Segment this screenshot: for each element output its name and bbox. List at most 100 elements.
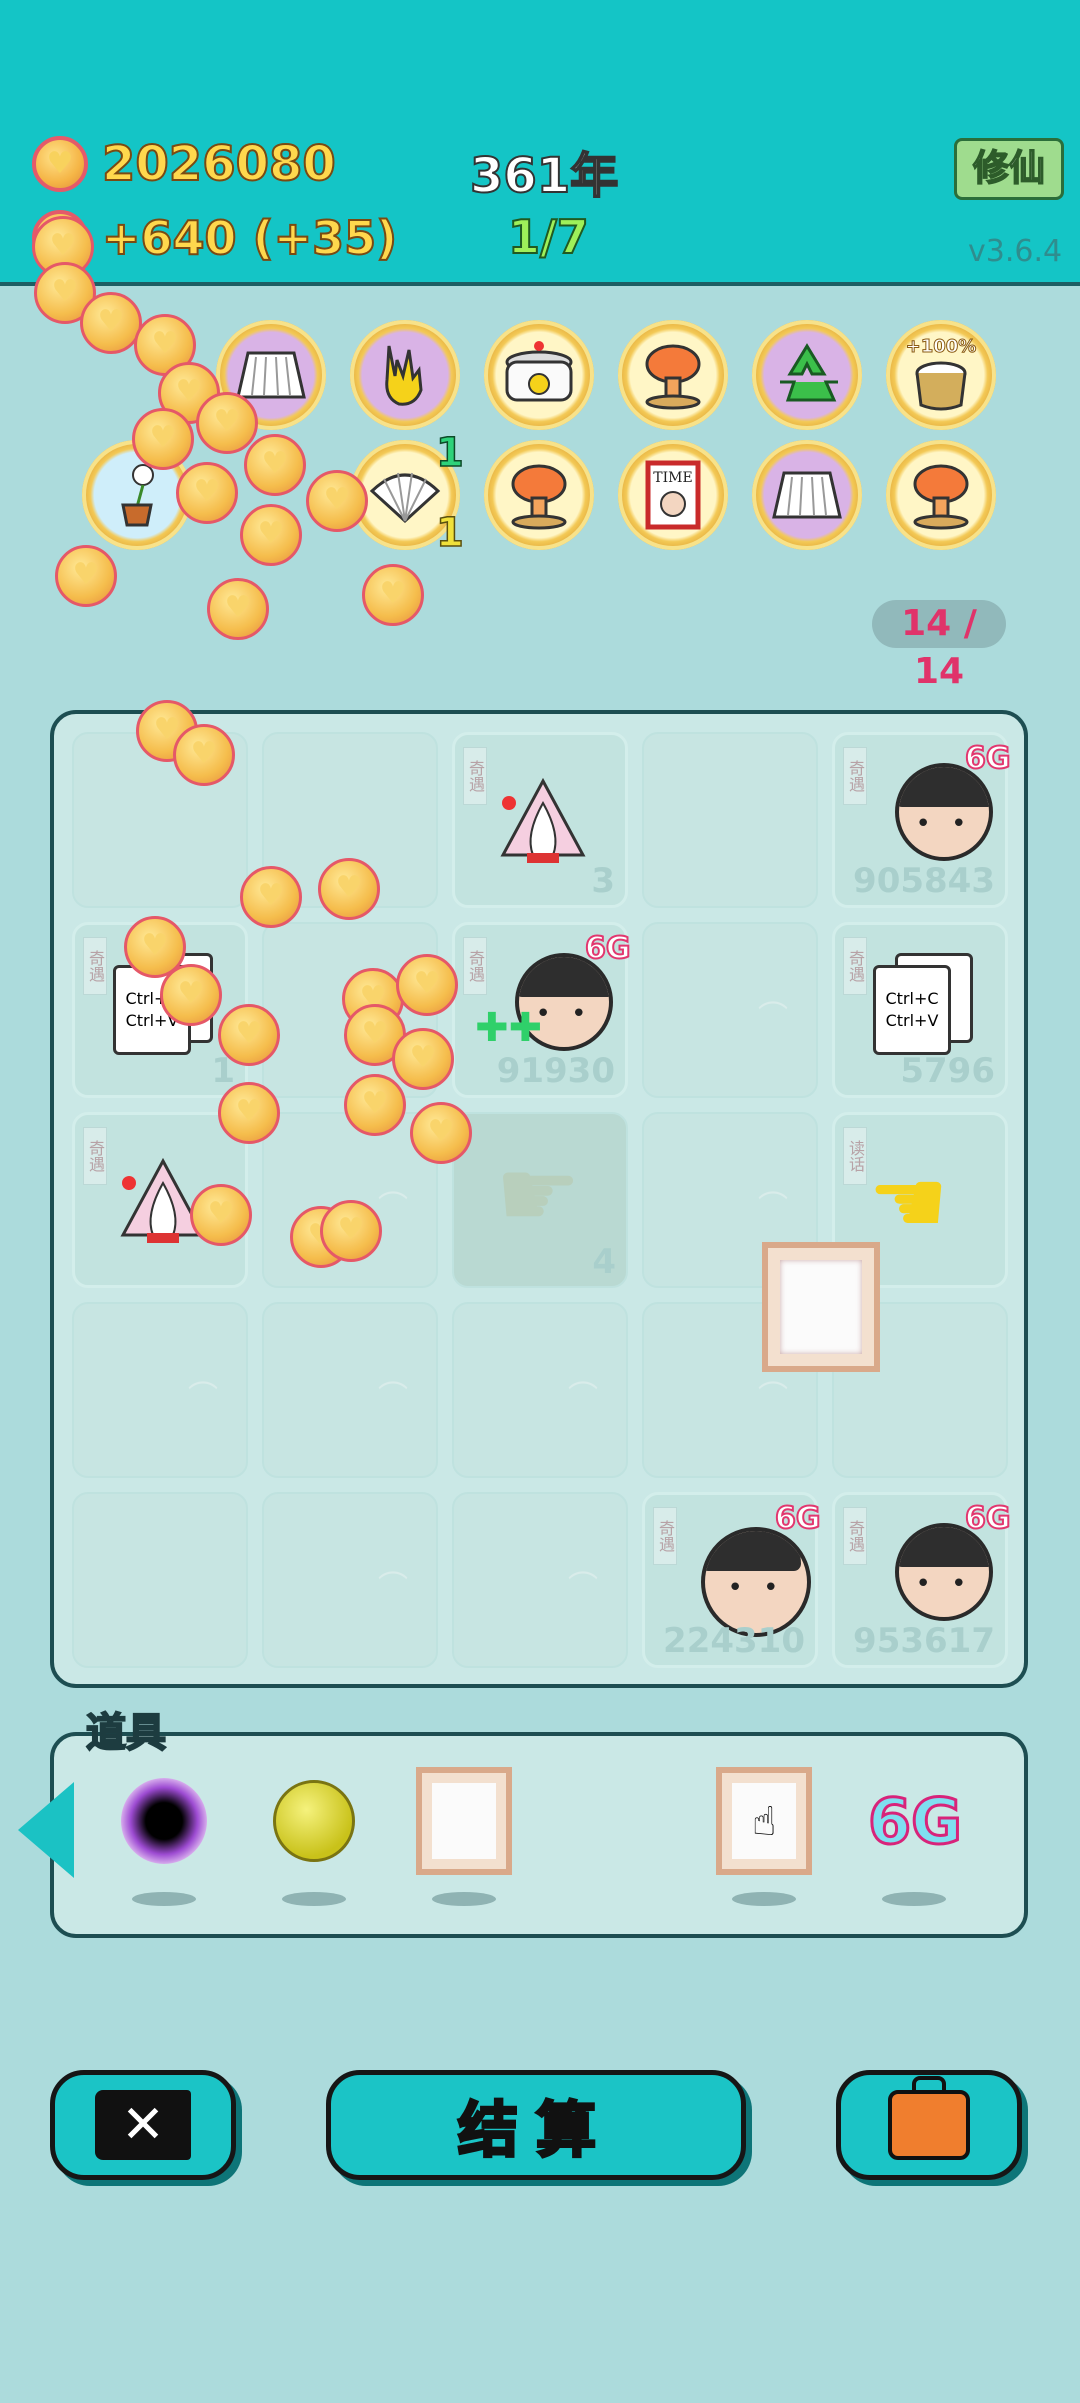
flying-coin [190,1184,252,1246]
board-cell-face-6g[interactable]: 奇遇 6G 953617 [832,1492,1011,1668]
plus-sparkle-icon: ✚✚ [475,1005,543,1051]
year-label: 361年 [469,147,619,205]
board-cell-face-6g[interactable]: 奇遇 6G ✚✚ 91930 [452,922,631,1098]
yellow-ball-icon [273,1780,355,1862]
relic-badge-label: +100% [905,336,977,358]
version-label: v3.6.4 [968,234,1063,269]
exit-button[interactable]: ✕ [50,2070,236,2180]
rainbow-icon: ⌒ [758,1190,788,1225]
bucket-plus-icon[interactable]: +100% [886,320,996,430]
picture-frame-icon [416,1767,512,1875]
tap-hand-icon: ☝ [752,1799,777,1845]
rabbit-tent-icon [500,777,586,863]
flying-coin [218,1004,280,1066]
board-cell-empty[interactable]: ⌒ [452,1302,628,1478]
shell-count-bottom: 1 [435,509,464,557]
flying-coin [396,954,458,1016]
face-icon [895,1523,993,1621]
dragged-frame-item[interactable] [762,1242,880,1372]
board-cell-empty[interactable] [72,1492,248,1668]
prop-shadow [732,1892,796,1906]
board-cell-empty[interactable]: ⌒ [72,1302,248,1478]
flying-coin [173,724,235,786]
rainbow-icon: ⌒ [188,1380,218,1415]
badge-6g: 6G [584,930,631,967]
recycle-icon[interactable] [752,320,862,430]
time-magazine-icon[interactable]: TIME [618,440,728,550]
board-cell-empty[interactable]: ⌒ [642,922,818,1098]
flying-coin [306,470,368,532]
cell-value: 953617 [853,1621,995,1661]
rainbow-icon: ⌒ [568,1570,598,1605]
flying-coin [410,1102,472,1164]
tap-frame-icon: ☝ [716,1767,812,1875]
flying-coin [344,1074,406,1136]
coins-row: 2026080 [32,135,337,193]
flying-coin [240,504,302,566]
rock-hand-icon[interactable] [350,320,460,430]
prop-shadow [882,1892,946,1906]
board-cell-copy-paste[interactable]: 奇遇 Ctrl+C Ctrl+V 5796 [832,922,1008,1098]
flying-coin [362,564,424,626]
settle-label: 结算 [457,2094,614,2167]
flying-coin [132,408,194,470]
cell-tag: 奇遇 [843,937,867,995]
cell-tag: 奇遇 [83,937,107,995]
cell-tag: 奇遇 [463,937,487,995]
cell-tag: 奇遇 [843,747,867,805]
flying-coin [244,434,306,496]
rainbow-icon: ⌒ [378,1190,408,1225]
board-cell-empty[interactable]: ⌒ [262,1302,438,1478]
board-cell-empty[interactable]: ⌒ [262,1492,438,1668]
flying-coin [176,462,238,524]
tap-frame-prop[interactable]: ☝ [714,1766,814,1876]
bag-button[interactable] [836,2070,1022,2180]
board-cell-rabbit-tent[interactable]: 奇遇 3 [452,732,628,908]
rice-cooker-duck-icon[interactable] [484,320,594,430]
exit-icon: ✕ [95,2090,191,2160]
cell-tag: 奇遇 [653,1507,677,1565]
settle-button[interactable]: 结算 [326,2070,746,2180]
mode-button[interactable]: 修仙 [954,138,1064,200]
rainbow-icon: ⌒ [758,1000,788,1035]
cell-value: 224310 [663,1621,805,1661]
badge-6g: 6G [964,1500,1011,1537]
scroll-left-icon[interactable] [18,1782,74,1878]
props-title: 道具 [85,1709,167,1757]
mushroom-cloud-icon[interactable] [886,440,996,550]
flying-coin [318,858,380,920]
6g-prop[interactable]: 6G [860,1766,970,1876]
round-label: 1/7 [507,209,590,265]
mushroom-cloud-icon[interactable] [484,440,594,550]
board-cell-face-6g[interactable]: 奇遇 6G 224310 [642,1492,821,1668]
mushroom-cloud-icon[interactable] [618,320,728,430]
rainbow-icon: ⌒ [378,1380,408,1415]
rainbow-icon: ⌒ [568,1380,598,1415]
board-cell-empty[interactable]: ⌒ [452,1492,628,1668]
yellow-ball-prop[interactable] [264,1766,364,1876]
prop-shadow [432,1892,496,1906]
board-cell-face-6g[interactable]: 奇遇 6G 905843 [832,732,1011,908]
flying-coin [240,866,302,928]
cell-value: 5796 [900,1051,995,1091]
capacity-counter: 14 / 14 [872,600,1006,692]
cell-tag: 奇遇 [83,1127,107,1185]
skirt-icon[interactable] [752,440,862,550]
flying-coin [160,964,222,1026]
blackhole-prop[interactable] [114,1766,214,1876]
face-icon [895,763,993,861]
6g-label: 6G [866,1783,963,1859]
flying-coin [207,578,269,640]
rainbow-icon: ⌒ [758,1380,788,1415]
cell-value: 3 [591,861,615,901]
svg-text:TIME: TIME [653,470,692,486]
badge-6g: 6G [964,740,1011,777]
picture-frame-prop[interactable] [414,1766,514,1876]
board-cell-empty[interactable] [642,732,818,908]
coin-icon [32,136,88,192]
flying-coin [80,292,142,354]
cell-value: 905843 [853,861,995,901]
cell-tag: 奇遇 [463,747,487,805]
blackhole-icon [121,1778,207,1864]
pointer-hand-icon: ☚ [868,1150,949,1255]
